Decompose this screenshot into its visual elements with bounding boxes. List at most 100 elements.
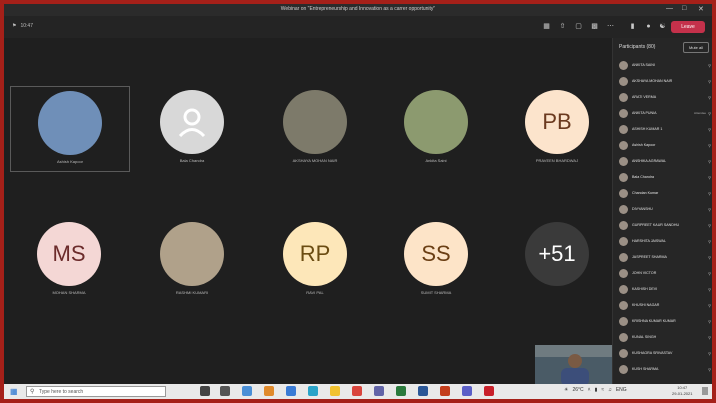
participant-list-item[interactable]: KUSH SHARMA ⚲ xyxy=(619,362,711,376)
breakout-icon[interactable]: ▢ xyxy=(574,22,583,31)
minimize-icon[interactable]: — xyxy=(666,5,673,12)
participant-list-name: JASPREET SHARMA xyxy=(632,255,667,259)
teams-active-icon[interactable] xyxy=(462,386,472,396)
clock-date: 29-01-2021 xyxy=(672,391,693,396)
mail-icon[interactable] xyxy=(286,386,296,396)
participant-list-item[interactable]: Bala Chandra ⚲ xyxy=(619,170,711,184)
maximize-icon[interactable]: □ xyxy=(682,5,686,12)
participant-list-item[interactable]: ASHISH KUMAR 1 ⚲ xyxy=(619,122,711,136)
participant-list-item[interactable]: KRISHNA KUMAR KUMAR ⚲ xyxy=(619,314,711,328)
participants-panel: Participants (80) Mute all ANKITA SAINI ⚲… xyxy=(612,38,712,384)
microphone-muted-icon: ⚲ xyxy=(708,94,711,100)
word-icon[interactable] xyxy=(418,386,428,396)
initials-avatar: SS xyxy=(404,222,468,286)
volume-icon[interactable]: ♫ xyxy=(608,387,612,393)
participant-list-item[interactable]: JASPREET SHARMA ⚲ xyxy=(619,250,711,264)
microphone-icon[interactable]: ● xyxy=(644,22,653,31)
title-bar: Webinar on "Entrepreneurship and Innovat… xyxy=(4,4,712,16)
participant-tile[interactable]: Bala Chandra xyxy=(133,86,251,170)
notifications-icon[interactable] xyxy=(702,387,708,395)
participant-list-name: KUSHAGRA SRIVASTAV xyxy=(632,351,673,355)
excel-icon[interactable] xyxy=(396,386,406,396)
store-icon[interactable] xyxy=(242,386,252,396)
participant-name: MOHAN SHARMA xyxy=(52,290,86,295)
chevron-up-icon[interactable]: ˄ xyxy=(588,387,591,393)
window-title: Webinar on "Entrepreneurship and Innovat… xyxy=(280,6,436,12)
participant-tile[interactable]: Ashish Kapoor xyxy=(10,86,130,172)
task-view-icon[interactable] xyxy=(200,386,210,396)
windows-start-icon[interactable]: ▦ xyxy=(10,387,18,396)
microphone-muted-icon: ⚲ xyxy=(708,174,711,180)
participant-list-item[interactable]: KUNAL SINGH ⚲ xyxy=(619,330,711,344)
participant-list-item[interactable]: ANSHIKA AGRAWAL ⚲ xyxy=(619,154,711,168)
close-icon[interactable]: ✕ xyxy=(698,5,704,13)
participant-tile[interactable]: PB PRAVEEN BHARDWAJ xyxy=(498,86,616,170)
participant-list-item[interactable]: KASHISH DEVI ⚲ xyxy=(619,282,711,296)
microphone-muted-icon: ⚲ xyxy=(708,254,711,260)
avatar xyxy=(619,300,628,310)
participant-tile[interactable]: +51 xyxy=(498,218,616,302)
acrobat-icon[interactable] xyxy=(484,386,494,396)
participant-list-name: ANKITA SAINI xyxy=(632,63,655,67)
file-explorer-icon[interactable] xyxy=(330,386,340,396)
avatar xyxy=(619,124,628,134)
participant-tile[interactable]: Ankita Saini xyxy=(377,86,495,170)
participant-list-item[interactable]: GURPREET KAUR SANDHU ⚲ xyxy=(619,218,711,232)
participant-list-name: ASHISH KUMAR 1 xyxy=(632,127,663,131)
participant-list-item[interactable]: ARATI VERMA ⚲ xyxy=(619,90,711,104)
participant-list-item[interactable]: JOHN VICTOR ⚲ xyxy=(619,266,711,280)
participant-tile[interactable]: RASHMI KUMARI xyxy=(133,218,251,302)
leave-button[interactable]: Leave xyxy=(671,21,705,33)
avatar xyxy=(619,284,628,294)
microphone-muted-icon: ⚲ xyxy=(708,110,711,116)
participant-tile[interactable]: RP RAVI PAL xyxy=(256,218,374,302)
participant-list-item[interactable]: Chandan Kumar ⚲ xyxy=(619,186,711,200)
participant-tile[interactable]: MS MOHAN SHARMA xyxy=(10,218,128,302)
shield-icon: ⚑ xyxy=(12,23,17,29)
avatar xyxy=(619,140,628,150)
participants-icon[interactable]: ☯ xyxy=(658,22,667,31)
participant-list-item[interactable]: KHUSHI NAGAR ⚲ xyxy=(619,298,711,312)
camera-icon[interactable]: ▮ xyxy=(628,22,637,31)
avatar xyxy=(619,204,628,214)
teams-icon[interactable] xyxy=(374,386,384,396)
more-options-icon[interactable]: ⋯ xyxy=(606,22,615,31)
meeting-timer: ⚑ 10:47 xyxy=(12,23,33,29)
photo-avatar xyxy=(160,90,224,154)
wifi-icon: ≈ xyxy=(601,387,605,393)
avatar xyxy=(619,236,628,246)
participant-list-item[interactable]: AKSHAYA MOHAN NAIR ⚲ xyxy=(619,74,711,88)
participant-tile[interactable]: SS SUMIT SHARMA xyxy=(377,218,495,302)
vlc-icon[interactable] xyxy=(264,386,274,396)
mute-all-button[interactable]: Mute all xyxy=(683,42,709,53)
chrome-icon[interactable] xyxy=(352,386,362,396)
participant-list-item[interactable]: Ashish Kapoor ⚲ xyxy=(619,138,711,152)
participant-list-item[interactable]: ANKITA SAINI ⚲ xyxy=(619,58,711,72)
avatar xyxy=(619,188,628,198)
participant-list-item[interactable]: HARSHITA JAISWAL ⚲ xyxy=(619,234,711,248)
edge-icon[interactable] xyxy=(308,386,318,396)
chat-icon[interactable]: ▩ xyxy=(590,22,599,31)
taskbar-search-input[interactable]: ⚲ Type here to search xyxy=(26,386,166,397)
participant-list-item[interactable]: DIVYANSHU ⚲ xyxy=(619,202,711,216)
participants-header: Participants (80) xyxy=(619,44,656,50)
photo-avatar xyxy=(404,90,468,154)
participant-list-name: KRISHNA KUMAR KUMAR xyxy=(632,319,676,323)
widgets-icon[interactable] xyxy=(220,386,230,396)
participant-list-item[interactable]: KUSHAGRA SRIVASTAV ⚲ xyxy=(619,346,711,360)
powerpoint-icon[interactable] xyxy=(440,386,450,396)
avatar xyxy=(619,332,628,342)
microphone-muted-icon: ⚲ xyxy=(708,302,711,308)
share-icon[interactable]: ⇧ xyxy=(558,22,567,31)
participant-list-name: KASHISH DEVI xyxy=(632,287,658,291)
taskbar-clock[interactable]: 10:47 29-01-2021 xyxy=(672,385,692,397)
windows-taskbar: ▦ ⚲ Type here to search ☀ 26°C ˄ ▮ ≈ ♫ E… xyxy=(4,384,712,399)
participant-name: Ashish Kapoor xyxy=(56,159,83,164)
participant-list-item[interactable]: ANKITA PUNIA Attendee ⚲ xyxy=(619,106,711,120)
participant-tile[interactable]: AKSHAYA MOHAN NAIR xyxy=(256,86,374,170)
language-label: ENG xyxy=(615,387,627,393)
participant-list-name: JOHN VICTOR xyxy=(632,271,657,275)
grid-view-icon[interactable]: ▦ xyxy=(542,22,551,31)
avatar xyxy=(619,252,628,262)
avatar xyxy=(619,92,628,102)
